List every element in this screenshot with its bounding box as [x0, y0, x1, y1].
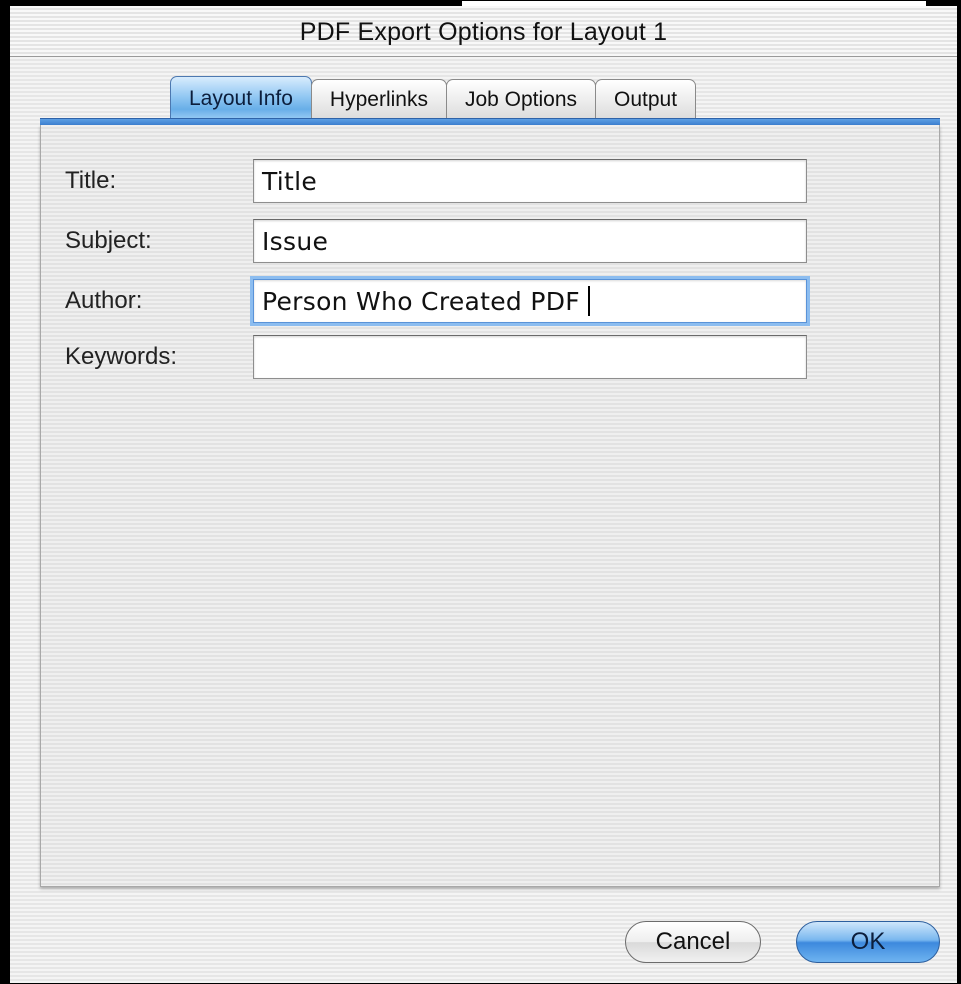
tab-bar: Layout Info Hyperlinks Job Options Outpu… [170, 76, 697, 120]
title-field[interactable]: Title [253, 159, 807, 203]
cancel-button[interactable]: Cancel [625, 921, 761, 963]
keywords-label: Keywords: [65, 343, 178, 370]
author-field[interactable]: Person Who Created PDF [253, 279, 807, 323]
subject-field-value: Issue [262, 226, 329, 256]
title-label: Title: [65, 167, 117, 194]
tab-layout-info[interactable]: Layout Info [170, 76, 312, 120]
tab-output[interactable]: Output [595, 79, 697, 119]
dialog-titlebar: PDF Export Options for Layout 1 [10, 6, 957, 57]
subject-field[interactable]: Issue [253, 219, 807, 263]
author-label: Author: [65, 287, 143, 314]
author-row: Author: Person Who Created PDF [65, 278, 807, 324]
author-field-value: Person Who Created PDF [262, 286, 580, 316]
dialog-title: PDF Export Options for Layout 1 [299, 18, 668, 46]
tab-hyperlinks[interactable]: Hyperlinks [310, 79, 447, 119]
text-caret [587, 286, 590, 316]
layout-info-panel: Title: Title Subject: Issue Author: Pers… [40, 125, 940, 887]
pdf-export-dialog: PDF Export Options for Layout 1 Layout I… [0, 0, 961, 984]
tab-job-options[interactable]: Job Options [445, 79, 597, 119]
subject-row: Subject: Issue [65, 218, 807, 264]
keywords-field[interactable] [253, 335, 807, 379]
title-field-value: Title [262, 166, 318, 196]
ok-button[interactable]: OK [796, 921, 940, 963]
keywords-row: Keywords: [65, 334, 807, 380]
title-row: Title: Title [65, 158, 807, 204]
tab-underline [40, 118, 940, 125]
subject-label: Subject: [65, 227, 152, 254]
